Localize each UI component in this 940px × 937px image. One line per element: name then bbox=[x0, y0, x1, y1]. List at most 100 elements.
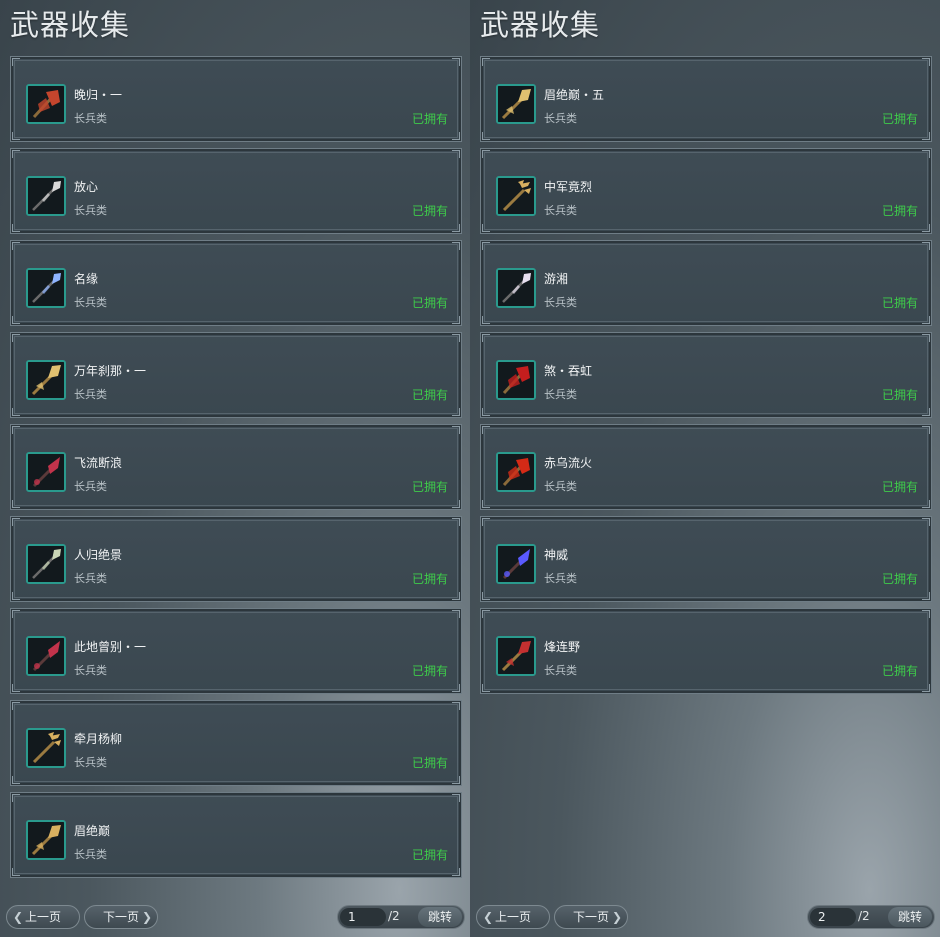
weapon-name: 赤乌流火 bbox=[544, 456, 593, 470]
halberd-weapon-icon bbox=[496, 84, 536, 124]
corner-ornament bbox=[922, 408, 930, 416]
owned-status-badge: 已拥有 bbox=[411, 848, 448, 862]
owned-status-badge: 已拥有 bbox=[411, 388, 448, 402]
chevron-left-icon: ❮ bbox=[483, 910, 494, 924]
prev-page-label: 上一页 bbox=[24, 910, 61, 924]
next-page-button[interactable]: 下一页 ❯ bbox=[554, 905, 628, 929]
corner-ornament bbox=[482, 408, 490, 416]
corner-ornament bbox=[482, 150, 490, 158]
corner-ornament bbox=[12, 794, 20, 802]
weapon-name: 此地曾别・一 bbox=[74, 640, 147, 654]
corner-ornament bbox=[922, 518, 930, 526]
weapon-name: 烽连野 bbox=[544, 640, 581, 654]
next-page-button[interactable]: 下一页 ❯ bbox=[84, 905, 158, 929]
weapon-list-item[interactable]: 此地曾别・一 长兵类 已拥有 bbox=[10, 608, 462, 694]
weapon-list-item[interactable]: 名缘长兵类 已拥有 bbox=[10, 240, 462, 326]
corner-ornament bbox=[452, 500, 460, 508]
weapon-collection-panel-left: 武器收集 晚归・一 长兵类 已拥有 放心 长兵类 已拥有 名缘 长兵类 已拥有 万年刹那・一 长兵类… bbox=[0, 0, 470, 937]
weapon-list-item[interactable]: 中军竟烈 长兵类 已拥有 bbox=[480, 148, 932, 234]
weapon-collection-panel-right: 武器收集 眉绝巅・五 长兵类 已拥有 中军竟烈 长兵类 已拥有 游湘 长兵类 已拥有 煞・吞虹 长兵… bbox=[470, 0, 940, 937]
weapon-list-item[interactable]: 眉绝巅长兵类 已拥有 bbox=[10, 792, 462, 878]
chevron-right-icon: ❯ bbox=[611, 910, 622, 924]
page-number-input[interactable]: 2 bbox=[810, 908, 856, 926]
weapon-type: 长兵类 bbox=[74, 204, 107, 217]
weapon-list: 晚归・一 长兵类 已拥有 放心 长兵类 已拥有 名缘 长兵类 已拥有 万年刹那・一 长兵类 已拥有 飞流… bbox=[10, 56, 464, 884]
weapon-list-item[interactable]: 放心 长兵类 已拥有 bbox=[10, 148, 462, 234]
pagination: ❮ 上一页 下一页 ❯ 1 /2 跳转 bbox=[0, 905, 470, 931]
corner-ornament bbox=[922, 150, 930, 158]
weapon-type: 长兵类 bbox=[544, 572, 577, 585]
weapon-list-item[interactable]: 眉绝巅・五 长兵类 已拥有 bbox=[480, 56, 932, 142]
corner-ornament bbox=[12, 426, 20, 434]
corner-ornament bbox=[452, 408, 460, 416]
weapon-type: 长兵类 bbox=[74, 296, 107, 309]
prev-page-button[interactable]: ❮ 上一页 bbox=[6, 905, 80, 929]
weapon-list-item[interactable]: 神威 长兵类 已拥有 bbox=[480, 516, 932, 602]
weapon-list-item[interactable]: 飞流断浪 长兵类 已拥有 bbox=[10, 424, 462, 510]
weapon-type: 长兵类 bbox=[74, 848, 107, 861]
weapon-name: 眉绝巅 bbox=[74, 824, 111, 838]
weapon-list-item[interactable]: 万年刹那・一 长兵类 已拥有 bbox=[10, 332, 462, 418]
jump-button[interactable]: 跳转 bbox=[888, 907, 932, 927]
weapon-type: 长兵类 bbox=[544, 664, 577, 677]
weapon-name: 煞・吞虹 bbox=[544, 364, 593, 378]
weapon-list-item[interactable]: 烽连野长兵类 已拥有 bbox=[480, 608, 932, 694]
weapon-list-item[interactable]: 赤乌流火长兵类 已拥有 bbox=[480, 424, 932, 510]
weapon-type: 长兵类 bbox=[74, 572, 107, 585]
corner-ornament bbox=[452, 868, 460, 876]
weapon-list-item[interactable]: 煞・吞虹 长兵类 已拥有 bbox=[480, 332, 932, 418]
corner-ornament bbox=[452, 794, 460, 802]
owned-status-badge: 已拥有 bbox=[881, 112, 918, 126]
corner-ornament bbox=[482, 334, 490, 342]
corner-ornament bbox=[452, 610, 460, 618]
panel-title: 武器收集 bbox=[10, 8, 131, 42]
weapon-list-item[interactable]: 人归绝景 长兵类 已拥有 bbox=[10, 516, 462, 602]
corner-ornament bbox=[922, 58, 930, 66]
weapon-list-item[interactable]: 牵月杨柳 长兵类 已拥有 bbox=[10, 700, 462, 786]
halberd-weapon-icon bbox=[26, 820, 66, 860]
prev-page-button[interactable]: ❮ 上一页 bbox=[476, 905, 550, 929]
corner-ornament bbox=[12, 868, 20, 876]
blade-weapon-icon bbox=[496, 544, 536, 584]
corner-ornament bbox=[482, 426, 490, 434]
page-total: /2 bbox=[858, 909, 870, 923]
owned-status-badge: 已拥有 bbox=[411, 480, 448, 494]
jump-button[interactable]: 跳转 bbox=[418, 907, 462, 927]
owned-status-badge: 已拥有 bbox=[411, 296, 448, 310]
corner-ornament bbox=[12, 316, 20, 324]
weapon-type: 长兵类 bbox=[544, 480, 577, 493]
corner-ornament bbox=[922, 224, 930, 232]
weapon-name: 牵月杨柳 bbox=[74, 732, 123, 746]
panel-title: 武器收集 bbox=[480, 8, 601, 42]
weapon-list-item[interactable]: 晚归・一 长兵类 已拥有 bbox=[10, 56, 462, 142]
owned-status-badge: 已拥有 bbox=[881, 388, 918, 402]
weapon-list-item[interactable]: 游湘 长兵类 已拥有 bbox=[480, 240, 932, 326]
corner-ornament bbox=[452, 334, 460, 342]
weapon-name: 晚归・一 bbox=[74, 88, 123, 102]
corner-ornament bbox=[452, 224, 460, 232]
weapon-list: 眉绝巅・五 长兵类 已拥有 中军竟烈 长兵类 已拥有 游湘 长兵类 已拥有 煞・吞虹 长兵类 已拥有赤… bbox=[480, 56, 934, 700]
halberd-weapon-icon bbox=[26, 360, 66, 400]
owned-status-badge: 已拥有 bbox=[411, 664, 448, 678]
owned-status-badge: 已拥有 bbox=[411, 572, 448, 586]
spear-weapon-icon bbox=[26, 176, 66, 216]
page-jump-control: 1 /2 跳转 bbox=[337, 905, 465, 929]
weapon-name: 万年刹那・一 bbox=[74, 364, 147, 378]
trident-weapon-icon bbox=[496, 176, 536, 216]
owned-status-badge: 已拥有 bbox=[881, 480, 918, 494]
corner-ornament bbox=[482, 224, 490, 232]
owned-status-badge: 已拥有 bbox=[881, 204, 918, 218]
weapon-name: 放心 bbox=[74, 180, 99, 194]
owned-status-badge: 已拥有 bbox=[411, 112, 448, 126]
weapon-name: 神威 bbox=[544, 548, 569, 562]
page-jump-control: 2 /2 跳转 bbox=[807, 905, 935, 929]
corner-ornament bbox=[452, 426, 460, 434]
corner-ornament bbox=[12, 150, 20, 158]
corner-ornament bbox=[12, 610, 20, 618]
weapon-name: 名缘 bbox=[74, 272, 99, 286]
owned-status-badge: 已拥有 bbox=[881, 664, 918, 678]
corner-ornament bbox=[12, 518, 20, 526]
page-number-input[interactable]: 1 bbox=[340, 908, 386, 926]
corner-ornament bbox=[12, 500, 20, 508]
corner-ornament bbox=[482, 592, 490, 600]
